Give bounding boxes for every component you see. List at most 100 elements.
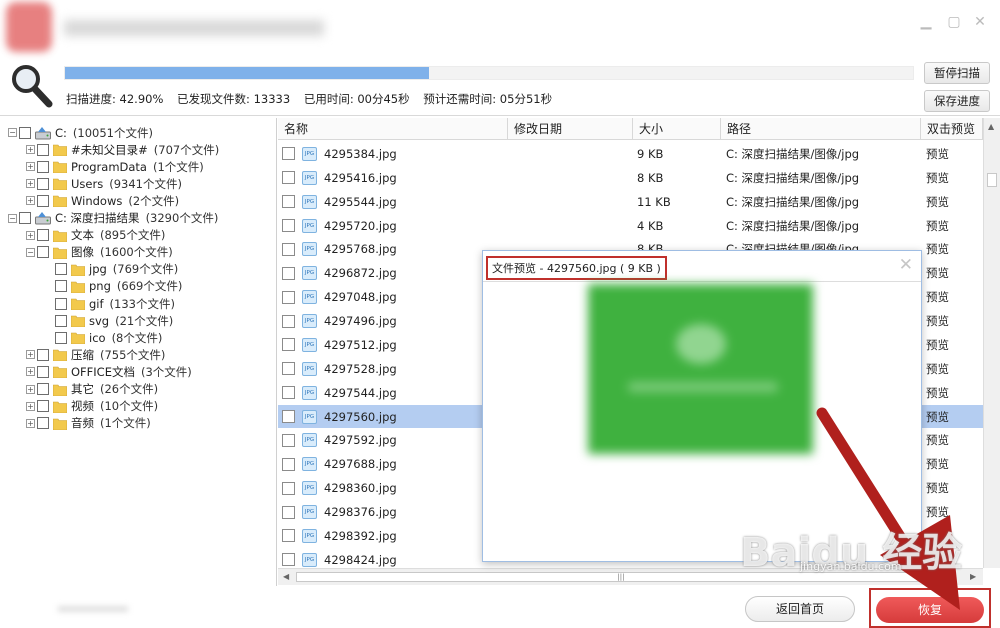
column-header[interactable]: 名称	[278, 118, 508, 140]
tree-item[interactable]: jpg (769个文件)	[55, 261, 178, 278]
close-icon[interactable]: ✕	[972, 14, 988, 30]
tree-checkbox[interactable]	[37, 348, 49, 361]
table-row[interactable]: JPG 4295384.jpg 9 KB C: 深度扫描结果/图像/jpg 预览	[278, 142, 983, 166]
preview-link[interactable]: 预览	[926, 194, 949, 210]
column-header[interactable]: 双击预览	[921, 118, 983, 140]
tree-checkbox[interactable]	[19, 126, 31, 139]
folder-tree[interactable]: − C: (10051个文件) + #未知父目录# (707个文件) + ProgramDat…	[0, 118, 277, 586]
row-checkbox[interactable]	[282, 290, 295, 304]
row-checkbox[interactable]	[282, 219, 295, 233]
tree-expander-icon[interactable]: −	[8, 128, 17, 137]
preview-link[interactable]: 预览	[926, 385, 949, 401]
tree-item[interactable]: + OFFICE文档 (3个文件)	[26, 363, 192, 380]
column-header[interactable]: 路径	[721, 118, 921, 140]
row-checkbox[interactable]	[282, 553, 295, 567]
tree-item[interactable]: svg (21个文件)	[55, 312, 173, 329]
tree-checkbox[interactable]	[37, 383, 49, 395]
row-checkbox[interactable]	[282, 505, 295, 519]
scroll-left-icon[interactable]: ◀	[283, 572, 289, 581]
tree-item[interactable]: + 视频 (10个文件)	[26, 398, 158, 415]
preview-link[interactable]: 预览	[926, 241, 949, 257]
tree-checkbox[interactable]	[37, 229, 49, 242]
row-checkbox[interactable]	[282, 410, 295, 424]
scroll-right-icon[interactable]: ▶	[970, 572, 976, 581]
tree-item[interactable]: gif (133个文件)	[55, 295, 175, 312]
column-header[interactable]: 修改日期	[508, 118, 633, 140]
table-row[interactable]: JPG 4295544.jpg 11 KB C: 深度扫描结果/图像/jpg 预览	[278, 190, 983, 214]
tree-item[interactable]: + ProgramData (1个文件)	[26, 158, 204, 175]
preview-link[interactable]: 预览	[926, 456, 949, 472]
tree-checkbox[interactable]	[37, 160, 49, 173]
row-checkbox[interactable]	[282, 433, 295, 447]
tree-expander-icon[interactable]: +	[26, 179, 35, 189]
row-checkbox[interactable]	[282, 386, 295, 400]
table-row[interactable]: JPG 4295720.jpg 4 KB C: 深度扫描结果/图像/jpg 预览	[278, 214, 983, 238]
tree-checkbox[interactable]	[55, 297, 67, 310]
maximize-icon[interactable]: ▢	[946, 14, 962, 30]
row-checkbox[interactable]	[282, 171, 295, 185]
tree-item[interactable]: + 其它 (26个文件)	[26, 381, 158, 398]
preview-link[interactable]: 预览	[926, 146, 949, 162]
column-header[interactable]: 大小	[633, 118, 721, 140]
scroll-up-icon[interactable]: ▲	[988, 122, 994, 131]
preview-link[interactable]: 预览	[926, 313, 949, 329]
tree-checkbox[interactable]	[37, 417, 49, 430]
preview-link[interactable]: 预览	[926, 337, 949, 353]
tree-item[interactable]: ico (8个文件)	[55, 329, 162, 346]
vertical-scroll-thumb[interactable]	[987, 173, 997, 187]
preview-link[interactable]: 预览	[926, 289, 949, 305]
preview-link[interactable]: 预览	[926, 432, 949, 448]
tree-checkbox[interactable]	[37, 143, 49, 156]
tree-item[interactable]: + 压缩 (755个文件)	[26, 346, 165, 363]
row-checkbox[interactable]	[282, 529, 295, 543]
tree-checkbox[interactable]	[37, 365, 49, 378]
tree-item[interactable]: png (669个文件)	[55, 278, 182, 295]
row-checkbox[interactable]	[282, 147, 295, 161]
tree-expander-icon[interactable]: +	[26, 367, 35, 377]
tree-item[interactable]: + Windows (2个文件)	[26, 192, 179, 209]
tree-expander-icon[interactable]: +	[26, 162, 35, 172]
preview-link[interactable]: 预览	[926, 170, 949, 186]
tree-expander-icon[interactable]: +	[26, 196, 35, 206]
save-progress-button[interactable]: 保存进度	[924, 90, 990, 112]
tree-checkbox[interactable]	[37, 400, 49, 413]
tree-checkbox[interactable]	[19, 212, 31, 224]
row-checkbox[interactable]	[282, 242, 295, 256]
tree-expander-icon[interactable]: +	[26, 384, 35, 394]
tree-expander-icon[interactable]: +	[26, 418, 35, 428]
preview-link[interactable]: 预览	[926, 265, 949, 281]
tree-expander-icon[interactable]: +	[26, 350, 35, 360]
back-home-button[interactable]: 返回首页	[745, 596, 855, 622]
tree-checkbox[interactable]	[55, 280, 67, 293]
tree-expander-icon[interactable]: −	[26, 247, 35, 257]
tree-item[interactable]: + #未知父目录# (707个文件)	[26, 141, 219, 158]
tree-expander-icon[interactable]: +	[26, 230, 35, 240]
row-checkbox[interactable]	[282, 314, 295, 328]
tree-item[interactable]: + 文本 (895个文件)	[26, 227, 165, 244]
preview-link[interactable]: 预览	[926, 480, 949, 496]
tree-checkbox[interactable]	[55, 314, 67, 327]
row-checkbox[interactable]	[282, 338, 295, 352]
tree-expander-icon[interactable]: −	[8, 213, 17, 223]
tree-checkbox[interactable]	[55, 263, 67, 276]
tree-expander-icon[interactable]: +	[26, 145, 35, 155]
tree-item[interactable]: + Users (9341个文件)	[26, 175, 182, 192]
row-checkbox[interactable]	[282, 481, 295, 495]
row-checkbox[interactable]	[282, 457, 295, 471]
tree-checkbox[interactable]	[55, 331, 67, 344]
row-checkbox[interactable]	[282, 362, 295, 376]
tree-expander-icon[interactable]: +	[26, 401, 35, 411]
preview-link[interactable]: 预览	[926, 361, 949, 377]
tree-item[interactable]: − C: (10051个文件)	[8, 124, 153, 141]
preview-link[interactable]: 预览	[926, 218, 949, 234]
preview-link[interactable]: 预览	[926, 409, 949, 425]
tree-item[interactable]: + 音频 (1个文件)	[26, 415, 151, 432]
row-checkbox[interactable]	[282, 266, 295, 280]
minimize-icon[interactable]: ▁	[918, 14, 934, 30]
pause-scan-button[interactable]: 暂停扫描	[924, 62, 990, 84]
tree-checkbox[interactable]	[37, 177, 49, 190]
vertical-scrollbar[interactable]: ▲	[983, 118, 1000, 568]
preview-link[interactable]: 预览	[926, 504, 949, 520]
tree-checkbox[interactable]	[37, 246, 49, 259]
tree-item[interactable]: − C: 深度扫描结果 (3290个文件)	[8, 210, 218, 227]
